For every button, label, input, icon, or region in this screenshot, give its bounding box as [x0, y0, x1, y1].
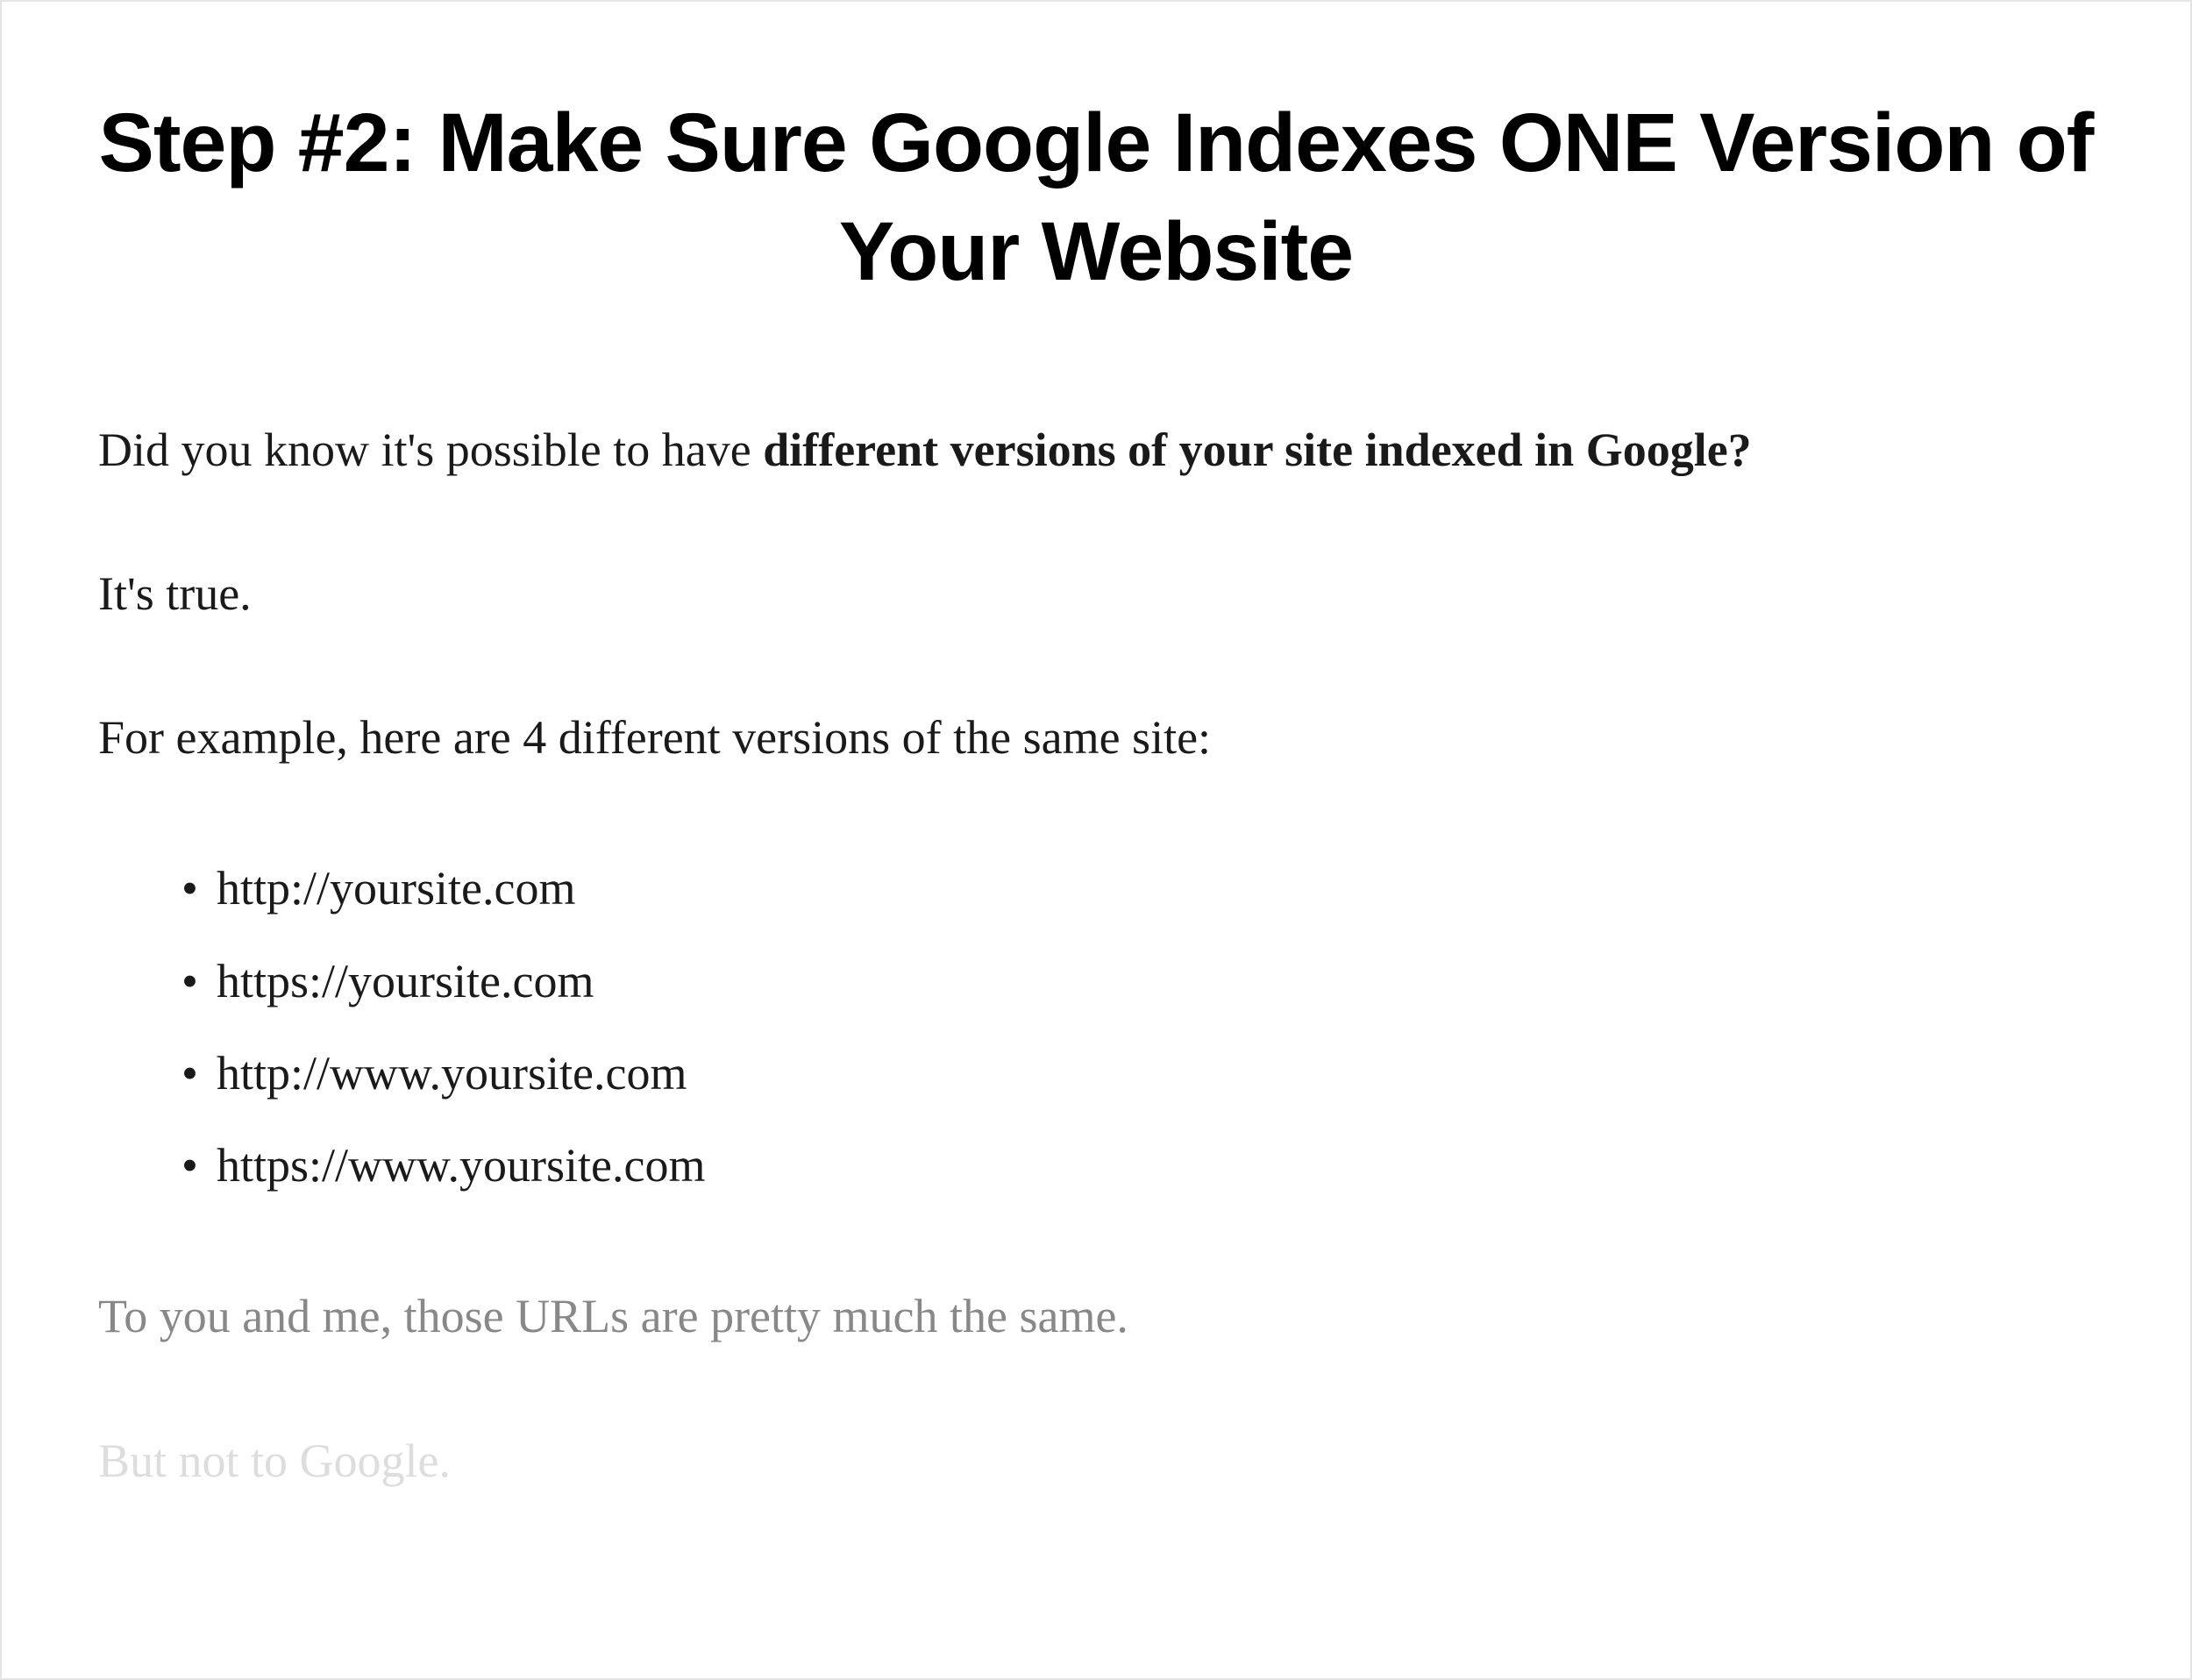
url-list: http://yoursite.com https://yoursite.com… [181, 843, 2094, 1212]
body-content: Did you know it's possible to have diffe… [98, 411, 2094, 1500]
section-heading: Step #2: Make Sure Google Indexes ONE Ve… [98, 89, 2094, 306]
intro-paragraph: Did you know it's possible to have diffe… [98, 411, 2094, 489]
intro-bold: different versions of your site indexed … [763, 424, 1751, 476]
list-item: http://www.yoursite.com [181, 1028, 2094, 1120]
paragraph-3: For example, here are 4 different versio… [98, 699, 2094, 777]
list-item: https://yoursite.com [181, 936, 2094, 1028]
list-item: https://www.yoursite.com [181, 1120, 2094, 1212]
paragraph-5: But not to Google. [98, 1422, 2094, 1500]
intro-prefix: Did you know it's possible to have [98, 424, 763, 476]
list-item: http://yoursite.com [181, 843, 2094, 935]
paragraph-2: It's true. [98, 555, 2094, 633]
paragraph-4: To you and me, those URLs are pretty muc… [98, 1278, 2094, 1356]
document-container: Step #2: Make Sure Google Indexes ONE Ve… [0, 0, 2192, 1680]
